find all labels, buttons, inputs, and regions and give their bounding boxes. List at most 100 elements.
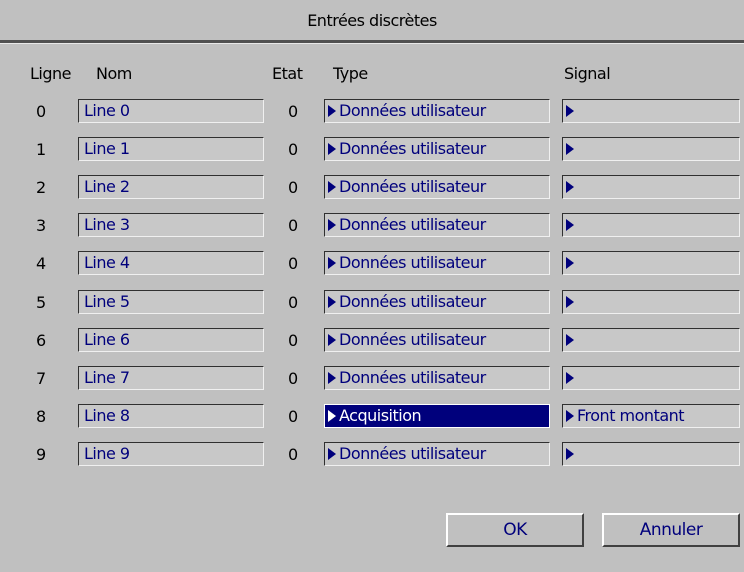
signal-dropdown[interactable] <box>562 365 740 390</box>
column-header-name: Nom <box>96 64 132 83</box>
line-state: 0 <box>288 292 299 312</box>
line-name-field[interactable]: Line 2 <box>78 175 264 200</box>
signal-dropdown[interactable] <box>562 327 740 352</box>
line-number: 2 <box>36 178 47 198</box>
dropdown-arrow-icon <box>566 447 574 460</box>
line-name-field[interactable]: Line 9 <box>78 441 264 466</box>
line-number: 5 <box>36 292 47 312</box>
line-number: 9 <box>36 444 47 464</box>
line-name-field[interactable]: Line 5 <box>78 289 264 314</box>
line-state: 0 <box>288 102 299 121</box>
line-number: 8 <box>36 406 47 426</box>
type-dropdown[interactable]: Acquisition <box>324 403 550 428</box>
signal-dropdown[interactable] <box>562 441 740 466</box>
table-row: 8 Line 8 0 Acquisition Front montant <box>0 403 744 430</box>
dropdown-arrow-icon <box>566 409 574 422</box>
table-row: 4 Line 4 0 Données utilisateur <box>0 251 744 277</box>
type-dropdown[interactable]: Données utilisateur <box>324 99 550 123</box>
signal-dropdown[interactable] <box>562 289 740 314</box>
line-state: 0 <box>288 368 299 388</box>
table-row: 7 Line 7 0 Données utilisateur <box>0 365 744 392</box>
dropdown-arrow-icon <box>328 257 336 270</box>
dropdown-arrow-icon <box>328 333 336 346</box>
dropdown-arrow-icon <box>328 447 336 460</box>
dropdown-arrow-icon <box>566 105 574 117</box>
dropdown-arrow-icon <box>566 257 574 270</box>
dropdown-arrow-icon <box>328 219 336 232</box>
line-name-field[interactable]: Line 3 <box>78 213 264 238</box>
dropdown-arrow-icon <box>328 295 336 308</box>
line-number: 7 <box>36 368 47 388</box>
line-number: 1 <box>36 140 47 160</box>
type-dropdown[interactable]: Données utilisateur <box>324 175 550 200</box>
line-name-field[interactable]: Line 1 <box>78 137 264 162</box>
dropdown-arrow-icon <box>566 143 574 156</box>
signal-dropdown[interactable] <box>562 137 740 162</box>
dropdown-arrow-icon <box>328 143 336 156</box>
signal-dropdown[interactable] <box>562 175 740 200</box>
line-name-field[interactable]: Line 0 <box>78 99 264 123</box>
type-value: Données utilisateur <box>339 253 486 273</box>
line-number: 3 <box>36 216 47 236</box>
line-number: 0 <box>36 102 47 121</box>
line-state: 0 <box>288 140 299 160</box>
line-state: 0 <box>288 216 299 236</box>
column-header-state: Etat <box>272 64 303 83</box>
type-value: Données utilisateur <box>339 367 486 387</box>
type-value: Données utilisateur <box>339 139 486 159</box>
type-dropdown[interactable]: Données utilisateur <box>324 137 550 162</box>
type-value: Acquisition <box>339 405 422 425</box>
signal-dropdown[interactable]: Front montant <box>562 403 740 428</box>
type-dropdown[interactable]: Données utilisateur <box>324 327 550 352</box>
type-value: Données utilisateur <box>339 101 486 120</box>
title-divider <box>0 40 744 44</box>
dialog-title: Entrées discrètes <box>307 10 437 30</box>
dropdown-arrow-icon <box>328 409 336 422</box>
dropdown-arrow-icon <box>566 295 574 308</box>
column-header-line: Ligne <box>30 64 72 83</box>
type-value: Données utilisateur <box>339 443 486 463</box>
signal-value: Front montant <box>577 405 685 425</box>
type-value: Données utilisateur <box>339 291 486 311</box>
table-row: 5 Line 5 0 Données utilisateur <box>0 289 744 316</box>
line-state: 0 <box>288 406 299 426</box>
table-row: 6 Line 6 0 Données utilisateur <box>0 327 744 354</box>
line-state: 0 <box>288 330 299 350</box>
dropdown-arrow-icon <box>566 371 574 384</box>
cancel-button[interactable]: Annuler <box>602 513 740 547</box>
line-number: 4 <box>36 254 47 274</box>
table-row: 2 Line 2 0 Données utilisateur <box>0 175 744 201</box>
type-dropdown[interactable]: Données utilisateur <box>324 213 550 238</box>
column-header-type: Type <box>333 64 368 83</box>
line-state: 0 <box>288 254 299 274</box>
line-name-field[interactable]: Line 6 <box>78 327 264 352</box>
dropdown-arrow-icon <box>328 371 336 384</box>
type-dropdown[interactable]: Données utilisateur <box>324 289 550 314</box>
type-value: Données utilisateur <box>339 329 486 349</box>
table-row: 1 Line 1 0 Données utilisateur <box>0 137 744 163</box>
line-name-field[interactable]: Line 7 <box>78 365 264 390</box>
type-dropdown[interactable]: Données utilisateur <box>324 365 550 390</box>
table-row: 9 Line 9 0 Données utilisateur <box>0 441 744 468</box>
ok-button[interactable]: OK <box>446 513 584 547</box>
line-name-field[interactable]: Line 4 <box>78 251 264 276</box>
type-value: Données utilisateur <box>339 177 486 197</box>
dropdown-arrow-icon <box>566 219 574 232</box>
line-number: 6 <box>36 330 47 350</box>
type-value: Données utilisateur <box>339 215 486 235</box>
table-row: 0 Line 0 0 Données utilisateur <box>0 99 744 125</box>
line-state: 0 <box>288 444 299 464</box>
line-name-field[interactable]: Line 8 <box>78 403 264 428</box>
signal-dropdown[interactable] <box>562 99 740 123</box>
table-row: 3 Line 3 0 Données utilisateur <box>0 213 744 239</box>
type-dropdown[interactable]: Données utilisateur <box>324 441 550 466</box>
dropdown-arrow-icon <box>328 105 336 117</box>
column-header-signal: Signal <box>564 64 611 83</box>
dropdown-arrow-icon <box>566 181 574 194</box>
signal-dropdown[interactable] <box>562 213 740 238</box>
signal-dropdown[interactable] <box>562 251 740 276</box>
line-state: 0 <box>288 178 299 198</box>
dropdown-arrow-icon <box>566 333 574 346</box>
type-dropdown[interactable]: Données utilisateur <box>324 251 550 276</box>
dropdown-arrow-icon <box>328 181 336 194</box>
